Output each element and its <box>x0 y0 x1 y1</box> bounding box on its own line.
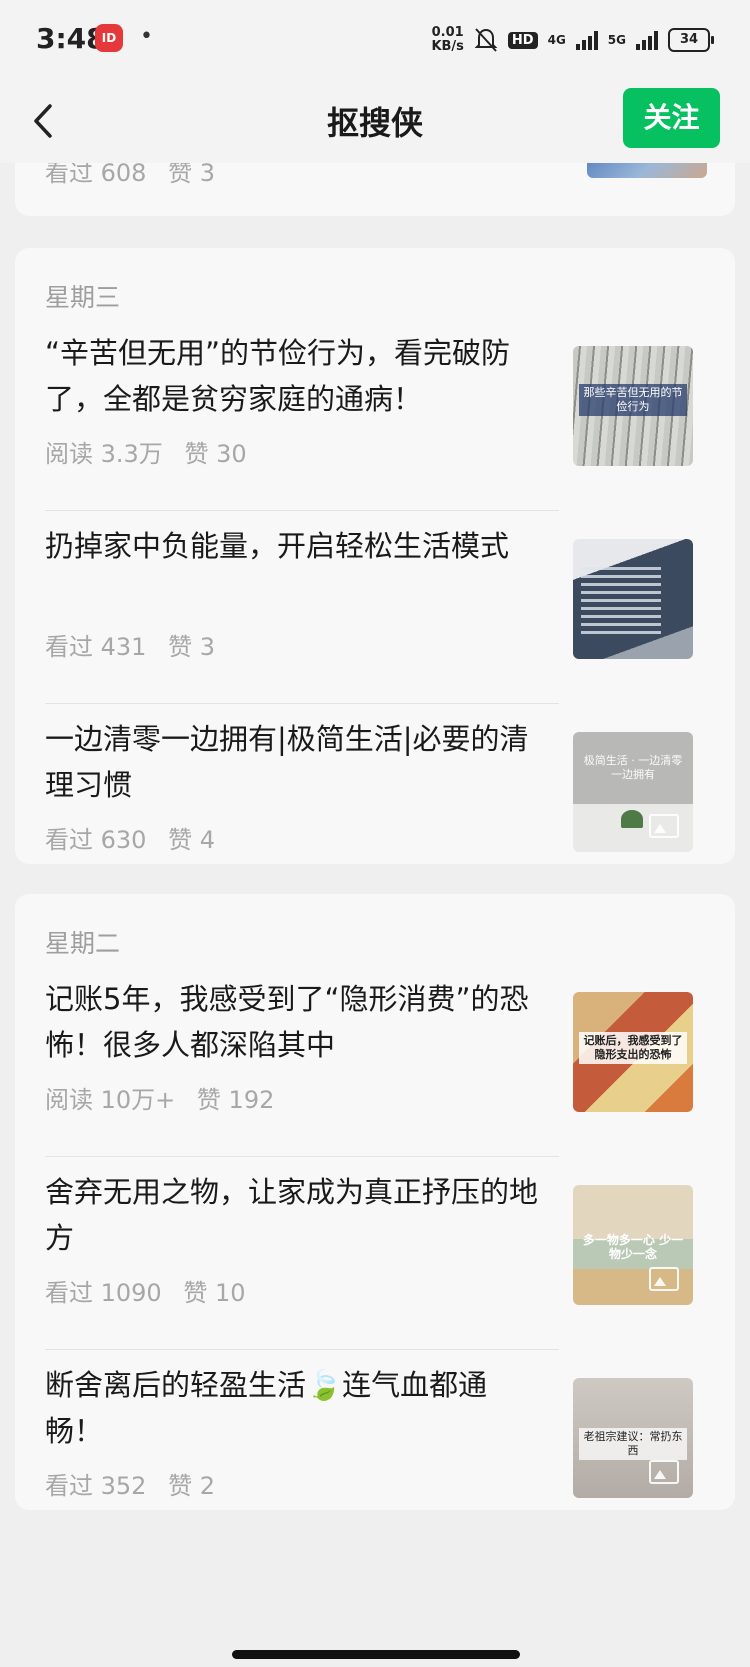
views-count: 看过 630 <box>45 826 147 854</box>
bell-off-icon <box>474 28 498 52</box>
day-section-wednesday: 星期三 “辛苦但无用”的节俭行为，看完破防了，全都是贫穷家庭的通病！ 阅读 3.… <box>15 248 735 864</box>
likes-count: 赞 4 <box>168 826 215 854</box>
network-speed: 0.01 KB/s <box>431 25 464 54</box>
article-thumbnail[interactable]: 那些辛苦但无用的节俭行为 <box>573 346 693 466</box>
image-icon <box>649 814 679 838</box>
follow-button[interactable]: 关注 <box>623 88 720 148</box>
signal-bars-icon-2 <box>636 30 658 50</box>
nav-bar: 抠搜侠 关注 <box>0 80 750 163</box>
status-bar: 3:48 ID • 0.01 KB/s HD 4G 5G 34 <box>0 0 750 80</box>
article-meta: 看过 630 赞 4 <box>45 820 229 855</box>
likes-count: 赞 3 <box>168 633 215 661</box>
article-item[interactable]: “辛苦但无用”的节俭行为，看完破防了，全都是贫穷家庭的通病！ 阅读 3.3万 赞… <box>45 330 693 523</box>
views-count: 看过 1090 <box>45 1279 162 1307</box>
battery-icon: 34 <box>668 28 714 52</box>
article-list[interactable]: 看过 608 赞 3 星期三 “辛苦但无用”的节俭行为，看完破防了，全都是贫穷家… <box>0 163 750 1643</box>
article-thumbnail[interactable]: 记账后，我感受到了 隐形支出的恐怖 <box>573 992 693 1112</box>
likes-count: 赞 2 <box>168 1472 215 1500</box>
views-count: 阅读 3.3万 <box>45 440 163 468</box>
signal-bars-icon <box>575 30 598 50</box>
divider <box>45 510 559 511</box>
article-item[interactable]: 断舍离后的轻盈生活🍃连气血都通畅！ 看过 352 赞 2 老祖宗建议：常扔东西 <box>45 1362 693 1555</box>
thumbnail-caption: 多一物多一心 少一物少一念 <box>582 1233 684 1261</box>
divider <box>45 1349 559 1350</box>
article-meta: 看过 608 赞 3 <box>45 163 229 188</box>
thumbnail-caption: 老祖宗建议：常扔东西 <box>579 1428 687 1460</box>
article-item[interactable]: 扔掉家中负能量，开启轻松生活模式 看过 431 赞 3 <box>45 523 693 716</box>
article-title[interactable]: 一边清零一边拥有|极简生活|必要的清理习惯 <box>45 716 545 808</box>
image-icon <box>649 1267 679 1291</box>
status-indicators: 0.01 KB/s HD 4G 5G 34 <box>431 25 714 54</box>
notification-dot: • <box>140 24 153 49</box>
article-meta: 阅读 3.3万 赞 30 <box>45 434 261 469</box>
article-meta: 看过 352 赞 2 <box>45 1466 229 1501</box>
article-title[interactable]: 记账5年，我感受到了“隐形消费”的恐怖！很多人都深陷其中 <box>45 976 545 1068</box>
article-item[interactable]: 舍弃无用之物，让家成为真正抒压的地方 看过 1090 赞 10 多一物多一心 少… <box>45 1169 693 1362</box>
article-title[interactable]: 断舍离后的轻盈生活🍃连气血都通畅！ <box>45 1362 545 1454</box>
likes-count: 赞 10 <box>183 1279 246 1307</box>
article-thumbnail[interactable] <box>587 163 707 178</box>
hd-voice-icon: HD <box>507 31 538 49</box>
article-title[interactable]: “辛苦但无用”的节俭行为，看完破防了，全都是贫穷家庭的通病！ <box>45 330 545 422</box>
views-count: 看过 431 <box>45 633 147 661</box>
views-count: 阅读 10万+ <box>45 1086 176 1114</box>
likes-count: 赞 3 <box>168 163 215 187</box>
article-thumbnail[interactable]: 极简生活 · 一边清零一边拥有 <box>573 732 693 852</box>
article-item[interactable]: 一边清零一边拥有|极简生活|必要的清理习惯 看过 630 赞 4 极简生活 · … <box>45 716 693 909</box>
views-count: 看过 608 <box>45 163 147 187</box>
article-item[interactable]: 记账5年，我感受到了“隐形消费”的恐怖！很多人都深陷其中 阅读 10万+ 赞 1… <box>45 976 693 1169</box>
article-title[interactable]: 舍弃无用之物，让家成为真正抒压的地方 <box>45 1169 545 1261</box>
thumbnail-caption: 那些辛苦但无用的节俭行为 <box>579 384 687 416</box>
image-icon <box>649 1460 679 1484</box>
day-section-tuesday: 星期二 记账5年，我感受到了“隐形消费”的恐怖！很多人都深陷其中 阅读 10万+… <box>15 894 735 1510</box>
network-4g-label: 4G <box>547 33 566 47</box>
day-label: 星期二 <box>45 929 121 958</box>
likes-count: 赞 30 <box>184 440 247 468</box>
divider <box>45 703 559 704</box>
article-meta: 看过 431 赞 3 <box>45 627 229 662</box>
thumbnail-text-lines <box>581 567 661 637</box>
article-thumbnail[interactable]: 多一物多一心 少一物少一念 <box>573 1185 693 1305</box>
day-label: 星期三 <box>45 283 121 312</box>
article-thumbnail[interactable] <box>573 539 693 659</box>
article-meta: 看过 1090 赞 10 <box>45 1273 260 1308</box>
plant-graphic <box>621 810 643 828</box>
likes-count: 赞 192 <box>196 1086 275 1114</box>
divider <box>45 1156 559 1157</box>
article-thumbnail[interactable]: 老祖宗建议：常扔东西 <box>573 1378 693 1498</box>
network-5g-label: 5G <box>607 33 626 47</box>
views-count: 看过 352 <box>45 1472 147 1500</box>
app-notification-icon: ID <box>95 24 123 52</box>
article-meta: 阅读 10万+ 赞 192 <box>45 1080 288 1115</box>
thumbnail-caption: 记账后，我感受到了 隐形支出的恐怖 <box>579 1032 687 1064</box>
home-indicator[interactable] <box>232 1650 520 1659</box>
article-title[interactable]: 扔掉家中负能量，开启轻松生活模式 <box>45 523 545 569</box>
article-card-partial[interactable]: 看过 608 赞 3 <box>15 163 735 216</box>
thumbnail-caption: 极简生活 · 一边清零一边拥有 <box>583 754 683 781</box>
